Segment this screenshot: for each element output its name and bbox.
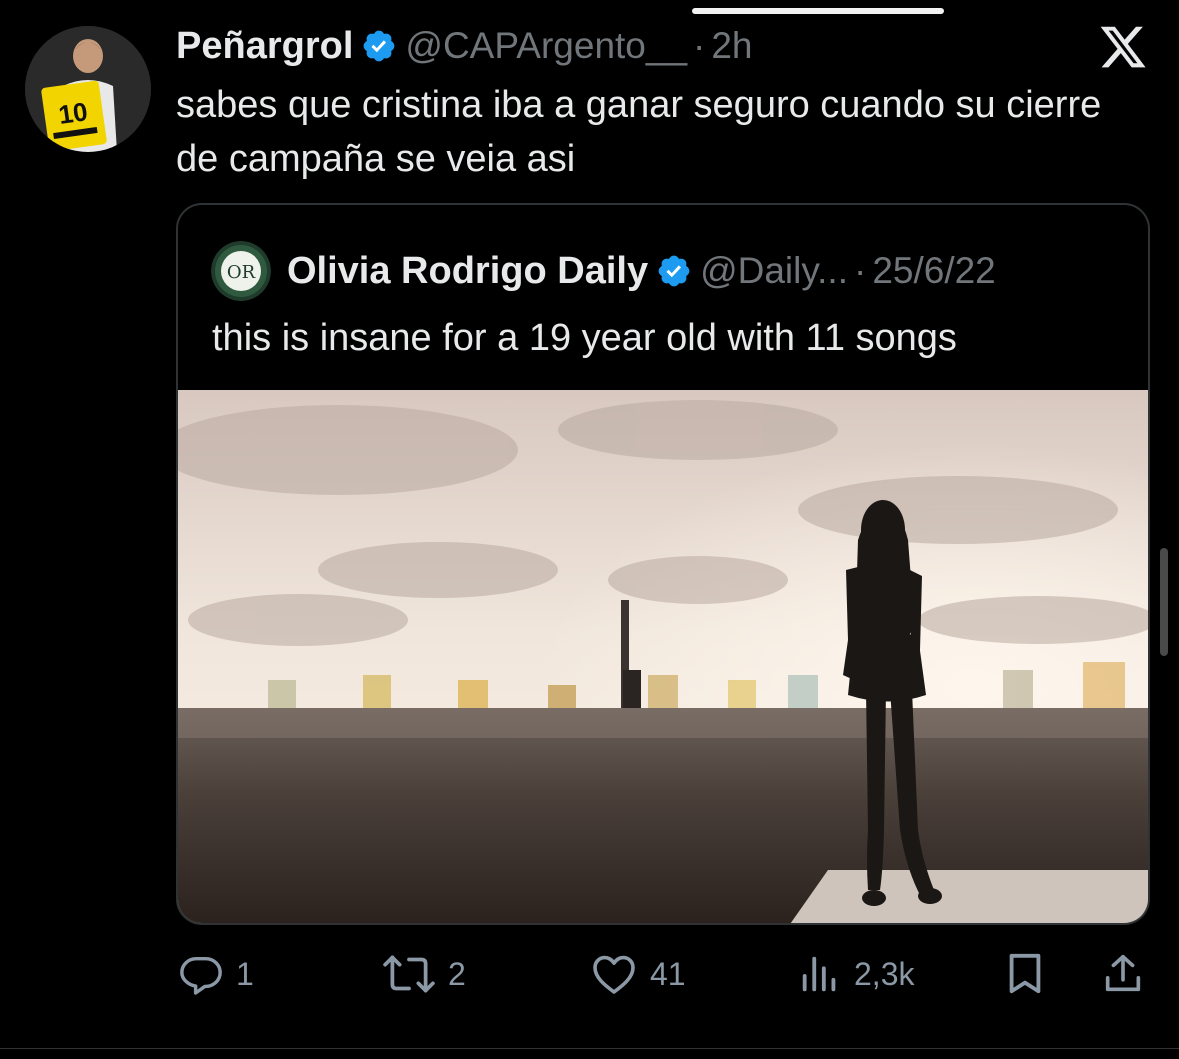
quoted-author-avatar[interactable]: OR	[211, 241, 271, 301]
quoted-tweet-card[interactable]: OR Olivia Rodrigo Daily @Daily... · 25/6…	[176, 203, 1150, 925]
quoted-header-separator: ·	[853, 250, 867, 291]
repost-icon	[383, 955, 435, 993]
repost-button[interactable]: 2	[382, 944, 466, 1004]
share-icon	[1105, 954, 1141, 992]
quoted-author-name[interactable]: Olivia Rodrigo Daily	[287, 250, 648, 293]
reply-icon	[180, 956, 222, 995]
reply-button[interactable]: 1	[178, 944, 254, 1004]
view-count: 2,3k	[854, 955, 915, 992]
quoted-tweet-header: OR Olivia Rodrigo Daily @Daily... · 25/6…	[211, 241, 996, 301]
reply-count: 1	[236, 955, 254, 992]
author-name[interactable]: Peñargrol	[176, 25, 353, 68]
top-drag-indicator	[692, 8, 944, 14]
heart-icon	[593, 955, 635, 994]
header-separator: ·	[693, 25, 706, 66]
divider	[0, 1048, 1179, 1049]
bookmark-button[interactable]	[1004, 944, 1046, 1004]
concert-photo-image	[178, 390, 1148, 923]
avatar-image: 10	[25, 26, 151, 152]
svg-text:10: 10	[57, 96, 90, 130]
bookmark-icon	[1009, 953, 1041, 994]
author-avatar[interactable]: 10	[25, 26, 151, 152]
tweet-header: Peñargrol @CAPArgento__ · 2h	[176, 18, 753, 74]
views-chart-icon	[802, 956, 836, 992]
like-button[interactable]: 41	[590, 944, 686, 1004]
verified-badge-icon[interactable]	[361, 28, 397, 64]
quoted-media[interactable]	[178, 390, 1148, 923]
tweet-text: sabes que cristina iba a ganar seguro cu…	[176, 84, 1102, 180]
svg-text:OR: OR	[227, 262, 256, 283]
tweet-actions: 1 2 41 2,3k	[0, 944, 1179, 1004]
share-button[interactable]	[1100, 944, 1146, 1004]
quoted-tweet-text: this is insane for a 19 year old with 11…	[212, 317, 957, 359]
quoted-timestamp[interactable]: 25/6/22	[872, 250, 995, 292]
repost-count: 2	[448, 955, 466, 992]
views-button[interactable]: 2,3k	[798, 944, 914, 1004]
tweet-screen: 10 Peñargrol @CAPArgento__ · 2h sabes qu…	[0, 0, 1179, 1059]
scrollbar[interactable]	[1160, 548, 1168, 656]
x-logo-icon	[1100, 26, 1146, 68]
author-handle[interactable]: @CAPArgento__	[405, 25, 687, 67]
like-count: 41	[650, 955, 686, 992]
quoted-author-handle[interactable]: @Daily...	[700, 250, 848, 292]
quoted-verified-badge-icon[interactable]	[656, 253, 692, 289]
tweet-timestamp[interactable]: 2h	[711, 25, 752, 67]
